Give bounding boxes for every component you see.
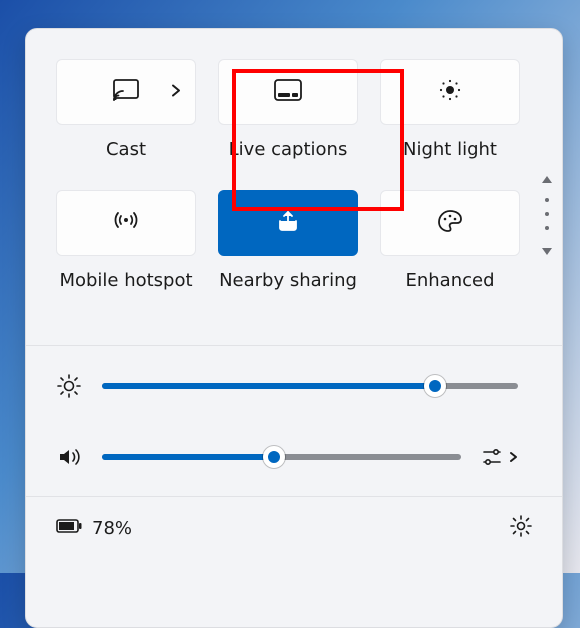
- footer: 78%: [26, 497, 562, 542]
- tile-label: Night light: [403, 139, 497, 160]
- pager[interactable]: [542, 169, 552, 259]
- mixer-icon: [481, 448, 503, 466]
- tile-label: Mobile hotspot: [59, 270, 192, 291]
- pager-dot: [545, 198, 549, 202]
- audio-output-button[interactable]: [481, 448, 518, 466]
- slider-fill: [102, 383, 435, 389]
- captions-icon: [274, 79, 302, 105]
- pager-dot: [545, 226, 549, 230]
- quick-settings-panel: Cast Live captions: [25, 28, 563, 628]
- gear-icon: [510, 515, 532, 537]
- nearby-sharing-button[interactable]: [218, 190, 358, 256]
- chevron-right-icon: [509, 451, 518, 463]
- tile-label: Nearby sharing: [219, 270, 357, 291]
- tile-row: Cast Live captions: [56, 59, 532, 160]
- tile-mobile-hotspot: Mobile hotspot: [56, 190, 196, 291]
- tile-enhanced: Enhanced: [380, 190, 520, 291]
- pager-up-icon: [542, 169, 552, 188]
- tile-nearby-sharing: Nearby sharing: [218, 190, 358, 291]
- hotspot-icon: [113, 210, 139, 236]
- share-icon: [276, 210, 300, 236]
- battery-text: 78%: [92, 518, 132, 539]
- tile-night-light: Night light: [380, 59, 520, 160]
- brightness-row: [56, 374, 518, 398]
- battery-status[interactable]: 78%: [56, 518, 132, 539]
- slider-fill: [102, 454, 274, 460]
- mobile-hotspot-button[interactable]: [56, 190, 196, 256]
- sliders-section: [26, 346, 562, 496]
- tile-label: Cast: [106, 139, 146, 160]
- tile-live-captions: Live captions: [218, 59, 358, 160]
- brightness-slider[interactable]: [102, 383, 518, 389]
- settings-button[interactable]: [510, 515, 532, 542]
- battery-icon: [56, 518, 82, 539]
- cast-button[interactable]: [56, 59, 196, 125]
- chevron-right-icon: [171, 83, 181, 102]
- tile-cast: Cast: [56, 59, 196, 160]
- cast-icon: [113, 79, 139, 105]
- slider-thumb[interactable]: [263, 446, 285, 468]
- volume-icon: [56, 446, 82, 468]
- pager-down-icon: [542, 240, 552, 259]
- tile-row: Mobile hotspot Nearby sharing: [56, 190, 532, 291]
- palette-icon: [437, 209, 463, 237]
- live-captions-button[interactable]: [218, 59, 358, 125]
- brightness-icon: [56, 374, 82, 398]
- enhanced-button[interactable]: [380, 190, 520, 256]
- quick-settings-tiles: Cast Live captions: [26, 29, 562, 345]
- night-light-icon: [438, 78, 462, 106]
- slider-thumb[interactable]: [424, 375, 446, 397]
- pager-dot: [545, 212, 549, 216]
- volume-row: [56, 446, 518, 468]
- volume-slider[interactable]: [102, 454, 461, 460]
- night-light-button[interactable]: [380, 59, 520, 125]
- tile-label: Live captions: [229, 139, 348, 160]
- tile-label: Enhanced: [405, 270, 494, 291]
